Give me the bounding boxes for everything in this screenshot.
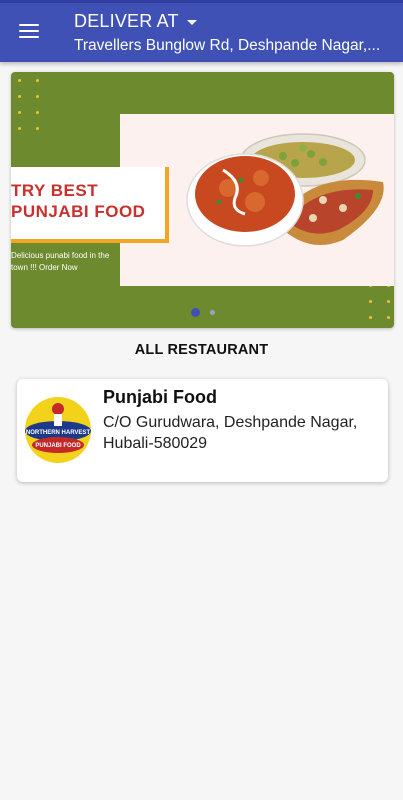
restaurant-name: Punjabi Food bbox=[103, 387, 217, 407]
menu-icon[interactable] bbox=[10, 12, 48, 50]
food-image bbox=[186, 133, 384, 247]
promo-banner-carousel[interactable]: TRY BEST PUNJABI FOOD Delicious punabi f… bbox=[11, 72, 394, 328]
screen: DELIVER AT Travellers Bunglow Rd, Deshpa… bbox=[0, 0, 403, 800]
section-title: ALL RESTAURANT bbox=[134, 342, 269, 358]
promo-title: TRY BEST PUNJABI FOOD bbox=[11, 181, 146, 221]
deliver-location-selector[interactable]: DELIVER AT bbox=[74, 10, 197, 32]
svg-text:NORTHERN HARVEST: NORTHERN HARVEST bbox=[26, 430, 91, 436]
promo-subtitle: Delicious punabi food in the town !!! Or… bbox=[11, 251, 110, 272]
carousel-pager[interactable] bbox=[11, 308, 394, 317]
delivery-address[interactable]: Travellers Bunglow Rd, Deshpande Nagar,.… bbox=[74, 36, 394, 56]
pager-dot[interactable] bbox=[209, 310, 215, 315]
app-bar: DELIVER AT Travellers Bunglow Rd, Deshpa… bbox=[0, 0, 403, 62]
restaurant-address: C/O Gurudwara, Deshpande Nagar, Hubali-5… bbox=[103, 414, 358, 452]
pager-dot-active[interactable] bbox=[190, 308, 200, 317]
svg-text:PUNJABI FOOD: PUNJABI FOOD bbox=[35, 443, 81, 449]
status-strip bbox=[0, 0, 403, 3]
restaurant-card[interactable]: NORTHERN HARVEST PUNJABI FOOD Punjabi Fo… bbox=[17, 379, 388, 482]
northern-harvest-logo-icon: NORTHERN HARVEST PUNJABI FOOD bbox=[25, 397, 91, 463]
deliver-label: DELIVER AT bbox=[74, 11, 179, 31]
dropdown-caret-icon bbox=[186, 19, 197, 25]
decorative-dots bbox=[18, 79, 40, 130]
